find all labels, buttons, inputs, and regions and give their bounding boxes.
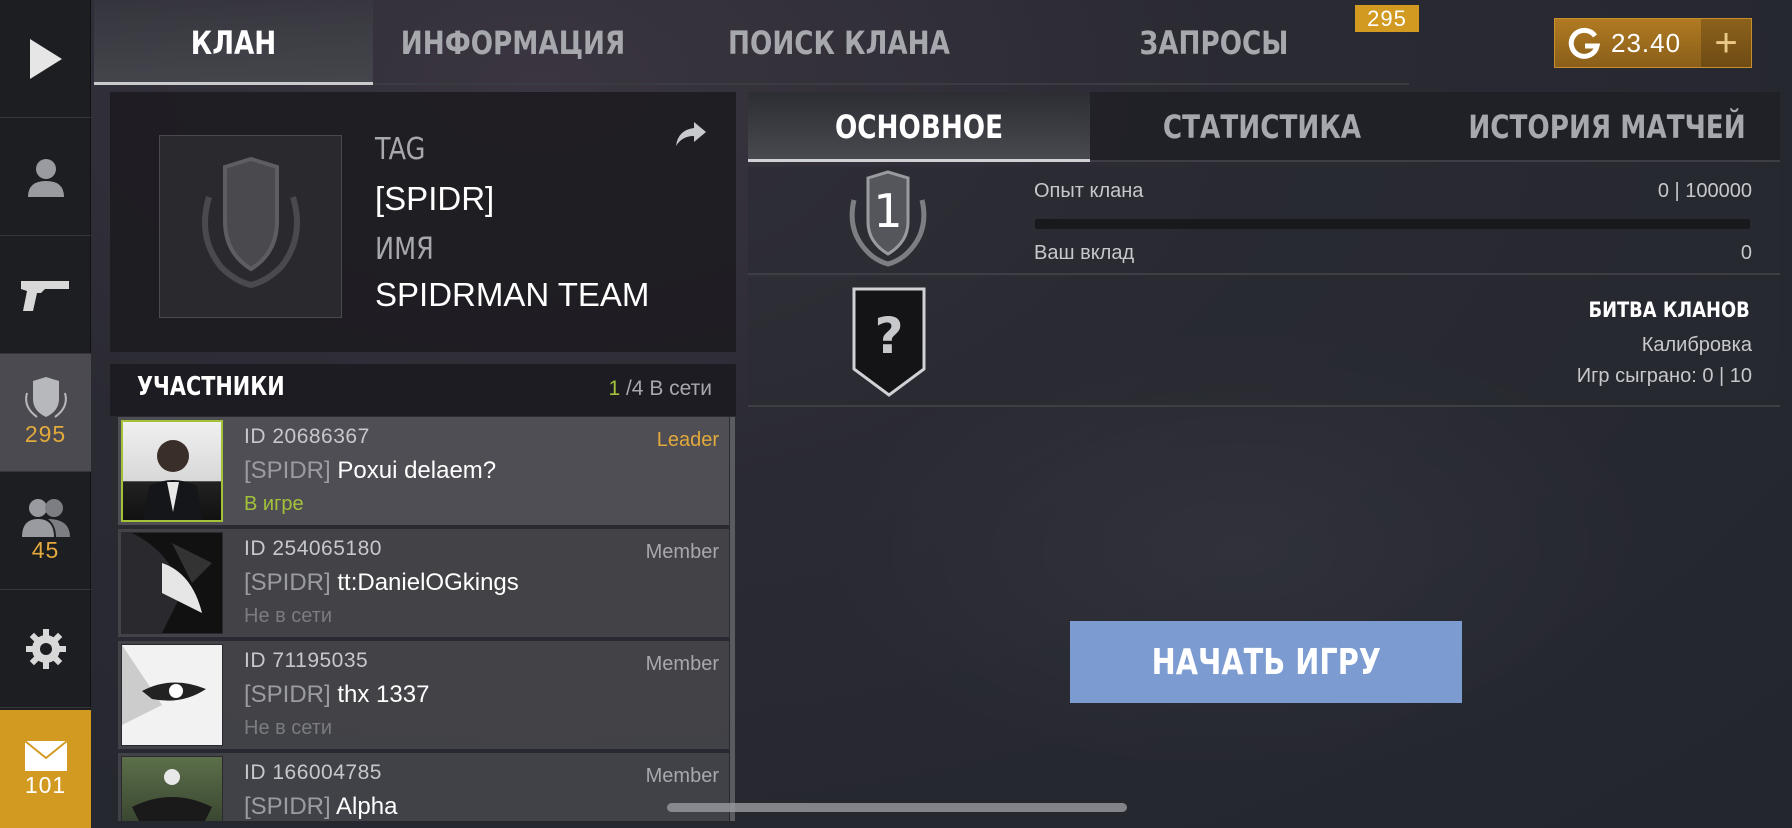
battle-rank-badge: ? xyxy=(852,287,926,399)
mail-count: 101 xyxy=(24,771,67,798)
weapons-button[interactable] xyxy=(0,236,91,354)
shield-icon xyxy=(24,377,67,418)
right-tab-underline xyxy=(1090,160,1780,162)
member-name: [SPIDR] Poxui delaem? xyxy=(244,457,497,484)
currency-value: 23.40 xyxy=(1611,27,1682,58)
top-tabs: КЛАН ИНФОРМАЦИЯ ПОИСК КЛАНА ЗАПРОСЫ xyxy=(94,0,1409,86)
tab-statistics[interactable]: СТАТИСТИКА xyxy=(1121,92,1403,162)
pistol-icon xyxy=(20,280,69,311)
tag-label: TAG xyxy=(375,132,426,167)
start-game-label: НАЧАТЬ ИГРУ xyxy=(1151,641,1381,683)
member-id: ID 254065180 xyxy=(244,537,382,560)
rank-glyph: ? xyxy=(874,307,904,365)
tab-main[interactable]: ОСНОВНОЕ xyxy=(779,92,1059,162)
member-name: [SPIDR] tt:DanielOGkings xyxy=(244,569,519,596)
avatar xyxy=(121,532,223,634)
member-role: Member xyxy=(645,541,719,563)
mail-icon xyxy=(23,739,68,771)
avatar xyxy=(121,756,223,821)
clan-emblem[interactable] xyxy=(159,135,342,318)
members-title: УЧАСТНИКИ xyxy=(137,372,285,402)
share-icon xyxy=(676,122,706,146)
share-button[interactable] xyxy=(674,120,708,153)
member-row[interactable]: ID 254065180 [SPIDR] tt:DanielOGkings Не… xyxy=(118,529,729,637)
member-name: [SPIDR] Alpha xyxy=(244,793,398,820)
tab-match-history[interactable]: ИСТОРИЯ МАТЧЕЙ xyxy=(1465,92,1749,162)
avatar xyxy=(121,644,223,746)
tab-clan[interactable]: КЛАН xyxy=(119,0,348,86)
friends-count: 45 xyxy=(31,537,60,563)
shield-icon xyxy=(201,156,300,288)
contribution-value: 0 xyxy=(1740,242,1752,264)
add-currency-button[interactable]: + xyxy=(1701,19,1751,67)
clan-name-value: SPIDRMAN TEAM xyxy=(375,276,650,313)
member-status: Не в сети xyxy=(244,605,333,627)
online-counter: 1 /4 В сети xyxy=(608,377,712,400)
member-role: Member xyxy=(645,765,719,787)
clan-level-badge: 1 xyxy=(832,170,944,270)
calibration-status: Калибровка xyxy=(1641,334,1752,356)
currency-display[interactable]: 23.40 + xyxy=(1554,18,1752,68)
member-row[interactable]: ID 166004785 [SPIDR] Alpha Member xyxy=(118,753,729,821)
play-button[interactable] xyxy=(0,0,91,118)
requests-badge: 295 xyxy=(1355,5,1419,32)
tag-value: [SPIDR] xyxy=(375,180,495,217)
member-status: Не в сети xyxy=(244,717,333,739)
clan-count: 295 xyxy=(24,421,67,447)
member-status: В игре xyxy=(244,493,304,515)
play-icon xyxy=(29,38,62,79)
home-indicator xyxy=(667,803,1127,812)
gear-icon xyxy=(25,628,66,669)
member-id: ID 20686367 xyxy=(244,425,370,448)
tab-active-underline xyxy=(94,82,373,85)
member-name: [SPIDR] thx 1337 xyxy=(244,681,430,708)
member-id: ID 71195035 xyxy=(244,649,369,672)
settings-button[interactable] xyxy=(0,590,91,708)
profile-button[interactable] xyxy=(0,118,91,236)
coin-icon xyxy=(1568,27,1601,59)
members-header: УЧАСТНИКИ 1 /4 В сети xyxy=(110,364,736,416)
members-list[interactable]: ID 20686367 [SPIDR] Poxui delaem? В игре… xyxy=(118,417,729,821)
tab-information[interactable]: ИНФОРМАЦИЯ xyxy=(398,0,628,86)
member-row[interactable]: ID 20686367 [SPIDR] Poxui delaem? В игре… xyxy=(118,417,729,525)
start-game-button[interactable]: НАЧАТЬ ИГРУ xyxy=(1070,621,1462,703)
member-row[interactable]: ID 71195035 [SPIDR] thx 1337 Не в сети M… xyxy=(118,641,729,749)
name-label: ИМЯ xyxy=(375,232,434,267)
contribution-label: Ваш вклад xyxy=(1034,242,1135,264)
xp-progress-bar xyxy=(1035,219,1750,229)
mail-button[interactable]: 101 xyxy=(0,710,91,828)
tab-requests[interactable]: ЗАПРОСЫ xyxy=(1116,0,1313,86)
friends-button[interactable]: 45 xyxy=(0,472,91,590)
clan-info-card: TAG [SPIDR] ИМЯ SPIDRMAN TEAM xyxy=(110,92,736,352)
clan-battle-title: БИТВА КЛАНОВ xyxy=(1588,298,1750,322)
friends-icon xyxy=(21,499,70,537)
right-tab-active-underline xyxy=(748,159,1090,162)
avatar xyxy=(121,420,223,522)
tab-clan-search[interactable]: ПОИСК КЛАНА xyxy=(712,0,966,86)
members-scrollbar[interactable] xyxy=(730,417,735,821)
member-role: Member xyxy=(645,653,719,675)
xp-value: 0 | 100000 xyxy=(1657,180,1752,202)
games-played: Игр сыграно: 0 | 10 xyxy=(1576,365,1752,387)
member-role: Leader xyxy=(656,429,719,451)
user-icon xyxy=(27,158,64,197)
sidebar: 295 45 101 xyxy=(0,0,91,828)
clan-level: 1 xyxy=(873,184,903,238)
clan-button[interactable]: 295 xyxy=(0,354,91,472)
xp-label: Опыт клана xyxy=(1034,180,1144,202)
member-id: ID 166004785 xyxy=(244,761,382,784)
